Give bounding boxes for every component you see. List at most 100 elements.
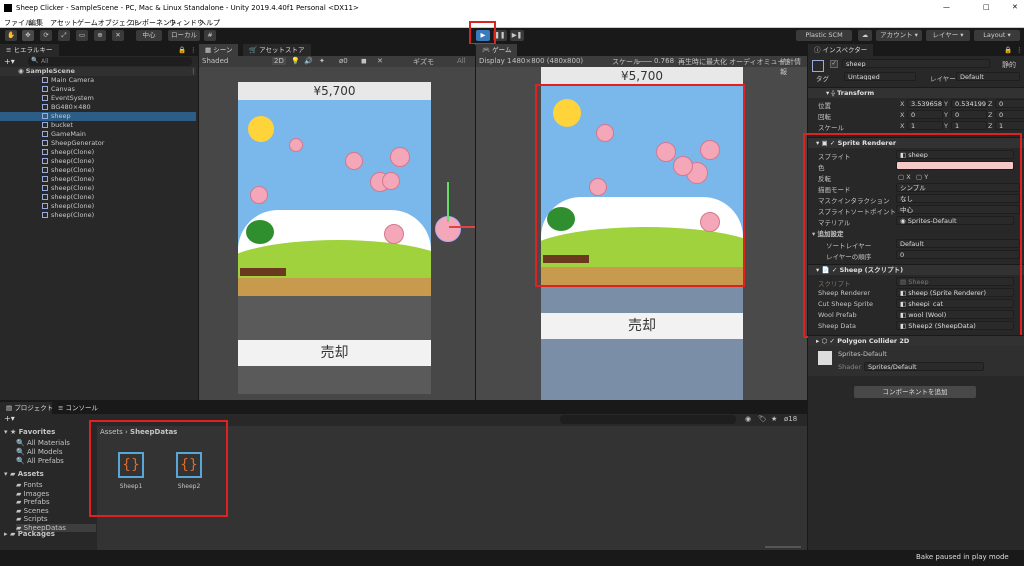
transform-z-field[interactable]: 1 — [995, 121, 1024, 130]
tab-project[interactable]: ▤ プロジェクト — [0, 402, 60, 414]
transform-tool-icon[interactable]: ⊕ — [94, 30, 106, 41]
scene-search[interactable]: All — [457, 57, 466, 65]
sheep-sprite[interactable] — [250, 186, 268, 204]
asset-sheep2[interactable]: {} Sheep2 — [171, 452, 207, 502]
step-button[interactable]: ▶❚ — [510, 30, 524, 41]
sheep-script-header[interactable]: ▾ 📄 ✓ Sheep (スクリプト) — [808, 264, 1024, 275]
inspector-menu-icon[interactable]: ⋮ — [1016, 44, 1023, 56]
tab-console[interactable]: ≡ コンソール — [52, 402, 105, 414]
camera-icon[interactable]: ◼ — [361, 57, 367, 65]
material-field[interactable]: ◉ Sprites-Default — [896, 216, 1014, 225]
move-gizmo-y[interactable] — [447, 182, 449, 222]
tools-icon[interactable]: ✕ — [377, 57, 383, 65]
account-dropdown[interactable]: アカウント ▾ — [876, 30, 922, 41]
polygon-collider-header[interactable]: ▸ ⬡ ✓ Polygon Collider 2D — [808, 335, 1024, 346]
menu-edit[interactable]: 編集 — [29, 18, 43, 28]
hierarchy-search[interactable]: 🔍 All — [28, 57, 192, 66]
flip-x-checkbox[interactable]: ▢ X — [898, 173, 911, 181]
layout-dropdown[interactable]: Layout ▾ — [974, 30, 1020, 41]
favorite-item[interactable]: 🔍 All Models — [16, 448, 63, 456]
hierarchy-item[interactable]: sheep(Clone) — [0, 148, 196, 157]
sheep-sprite[interactable] — [345, 152, 363, 170]
transform-y-field[interactable]: 0.5341992 — [951, 99, 987, 108]
transform-z-field[interactable]: 0 — [995, 110, 1024, 119]
hierarchy-item[interactable]: sheep(Clone) — [0, 211, 196, 220]
hidden-packages-icon[interactable]: ø18 — [784, 415, 797, 423]
breadcrumb-root[interactable]: Assets — [100, 428, 123, 436]
transform-z-field[interactable]: 0 — [995, 99, 1024, 108]
scale-slider[interactable] — [636, 61, 652, 62]
sheep-sprite[interactable] — [589, 178, 607, 196]
space-toggle[interactable]: ローカル — [168, 30, 200, 41]
tab-game[interactable]: 🎮 ゲーム — [476, 44, 518, 56]
plastic-scm-button[interactable]: Plastic SCM — [796, 30, 852, 41]
project-add-icon[interactable]: +▾ — [4, 414, 15, 423]
sheep-sprite[interactable] — [390, 147, 410, 167]
static-toggle[interactable]: 静的 — [1002, 60, 1016, 70]
sorting-layer-dropdown[interactable]: Default — [896, 239, 1020, 248]
folder-item[interactable]: ▰ Fonts — [16, 481, 43, 489]
hierarchy-item[interactable]: SheepGenerator — [0, 139, 196, 148]
sheep-sprite[interactable] — [382, 172, 400, 190]
hierarchy-item[interactable]: BG480×480 — [0, 103, 196, 112]
pivot-toggle[interactable]: 中心 — [136, 30, 162, 41]
move-tool-icon[interactable]: ✥ — [22, 30, 34, 41]
sort-point-dropdown[interactable]: 中心 — [896, 205, 1020, 214]
tab-inspector[interactable]: ⓘ インスペクター — [808, 44, 874, 56]
asset-sheep1[interactable]: {} Sheep1 — [113, 452, 149, 502]
stats-toggle[interactable]: 統計情報 — [780, 57, 807, 77]
display-dropdown[interactable]: Display 1 — [479, 57, 511, 65]
menu-icon[interactable]: ⋮ — [190, 44, 197, 56]
menu-file[interactable]: ファイル — [4, 18, 32, 28]
add-icon[interactable]: +▾ — [4, 57, 15, 66]
effects-icon[interactable]: ✦ — [319, 57, 325, 65]
script-field-value-box[interactable]: ◧ sheep (Sprite Renderer) — [896, 288, 1014, 297]
additional-settings-foldout[interactable]: ▾ 追加設定 — [812, 228, 844, 238]
icon-size-slider[interactable] — [765, 546, 801, 548]
order-field[interactable]: 0 — [896, 250, 1020, 259]
hierarchy-item[interactable]: Main Camera — [0, 76, 196, 85]
hierarchy-item[interactable]: bucket — [0, 121, 196, 130]
sheep-sprite[interactable] — [673, 156, 693, 176]
tag-dropdown[interactable]: Untagged — [844, 72, 916, 81]
shading-dropdown[interactable]: Shaded — [202, 57, 228, 65]
hierarchy-item[interactable]: sheep(Clone) — [0, 175, 196, 184]
script-field-value-box[interactable]: ◧ sheepi_cat — [896, 299, 1014, 308]
sheep-sprite[interactable] — [700, 212, 720, 232]
lock-icon[interactable]: 🔒 — [178, 44, 186, 56]
active-checkbox[interactable]: ✓ — [830, 60, 838, 68]
pause-button[interactable]: ❚❚ — [493, 30, 507, 41]
hierarchy-item[interactable]: sheep(Clone) — [0, 202, 196, 211]
rotate-tool-icon[interactable]: ⟳ — [40, 30, 52, 41]
menu-help[interactable]: ヘルプ — [199, 18, 220, 28]
hierarchy-item[interactable]: sheep(Clone) — [0, 166, 196, 175]
sprite-field[interactable]: ◧ sheep — [896, 150, 1014, 159]
folder-item[interactable]: ▰ Scenes — [16, 507, 49, 515]
layers-dropdown[interactable]: レイヤー ▾ — [926, 30, 970, 41]
sheep-sprite[interactable] — [700, 140, 720, 160]
minimize-button[interactable]: — — [943, 3, 950, 11]
draw-mode-dropdown[interactable]: シンプル — [896, 183, 1020, 192]
maximize-button[interactable]: □ — [983, 3, 990, 11]
transform-x-field[interactable]: 0 — [907, 110, 943, 119]
audio-icon[interactable]: 🔊 — [304, 57, 313, 65]
sheep-sprite[interactable] — [289, 138, 303, 152]
project-search[interactable] — [560, 415, 736, 424]
favorite-item[interactable]: 🔍 All Materials — [16, 439, 70, 447]
hierarchy-item[interactable]: sheep(Clone) — [0, 184, 196, 193]
filter-label-icon[interactable]: 🏷 — [758, 415, 767, 423]
close-button[interactable]: ✕ — [1012, 3, 1018, 11]
object-name-field[interactable]: sheep — [842, 59, 990, 68]
hierarchy-item[interactable]: sheep(Clone) — [0, 157, 196, 166]
script-field-value-box[interactable]: ◧ wool (Wool) — [896, 310, 1014, 319]
scene-row[interactable]: ◉ SampleScene ⋮ — [0, 67, 197, 76]
shader-dropdown[interactable]: Sprites/Default — [864, 362, 984, 371]
rect-tool-icon[interactable]: ▭ — [76, 30, 88, 41]
tab-asset-store[interactable]: 🛒 アセットストア — [243, 44, 311, 56]
custom-tool-icon[interactable]: ✕ — [112, 30, 124, 41]
scene-sell-button[interactable]: 売却 — [238, 340, 431, 366]
color-field[interactable] — [896, 161, 1014, 170]
add-component-button[interactable]: コンポーネントを追加 — [854, 386, 976, 398]
transform-x-field[interactable]: 1 — [907, 121, 943, 130]
cloud-icon[interactable]: ☁ — [858, 30, 872, 41]
